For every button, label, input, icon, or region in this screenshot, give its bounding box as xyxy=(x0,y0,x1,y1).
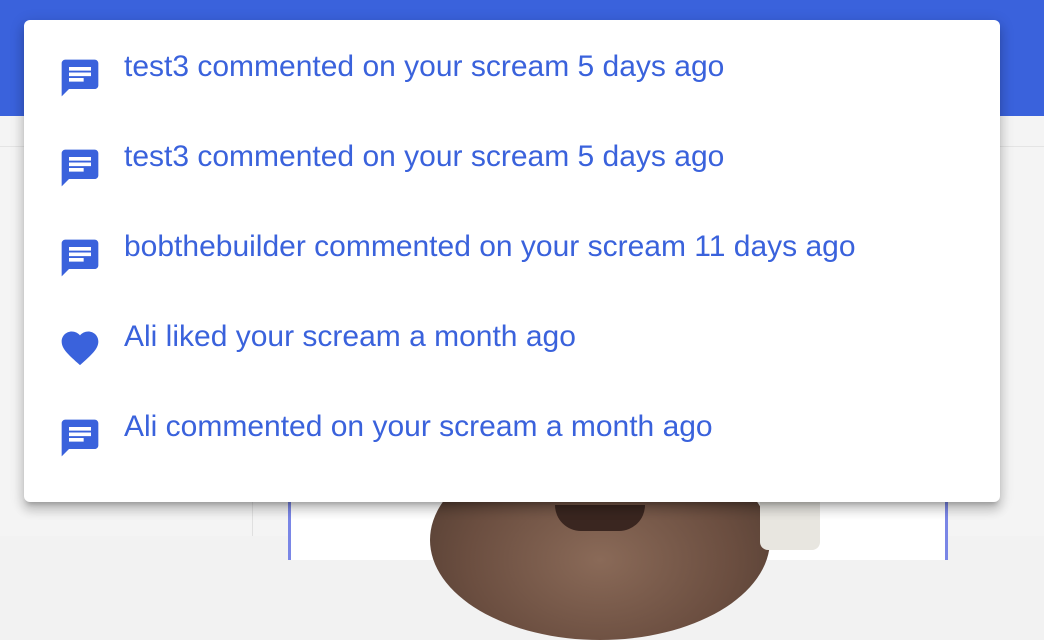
notification-item[interactable]: bobthebuilder commented on your scream 1… xyxy=(24,208,1000,298)
chat-icon xyxy=(58,56,102,100)
notification-text: test3 commented on your scream 5 days ag… xyxy=(124,50,725,83)
chat-icon xyxy=(58,416,102,460)
notification-item[interactable]: test3 commented on your scream 5 days ag… xyxy=(24,118,1000,208)
notifications-list: test3 commented on your scream 5 days ag… xyxy=(24,28,1000,478)
notification-text: bobthebuilder commented on your scream 1… xyxy=(124,230,856,263)
chat-icon xyxy=(58,236,102,280)
notification-text: Ali liked your scream a month ago xyxy=(124,320,576,353)
notification-text: test3 commented on your scream 5 days ag… xyxy=(124,140,725,173)
notification-item[interactable]: Ali liked your scream a month ago xyxy=(24,298,1000,388)
notification-item[interactable]: test3 commented on your scream 5 days ag… xyxy=(24,28,1000,118)
notification-item[interactable]: Ali commented on your scream a month ago xyxy=(24,388,1000,478)
notifications-menu: test3 commented on your scream 5 days ag… xyxy=(24,20,1000,502)
notification-text: Ali commented on your scream a month ago xyxy=(124,410,713,443)
background-photo-detail xyxy=(555,505,645,531)
heart-icon xyxy=(58,326,102,370)
chat-icon xyxy=(58,146,102,190)
